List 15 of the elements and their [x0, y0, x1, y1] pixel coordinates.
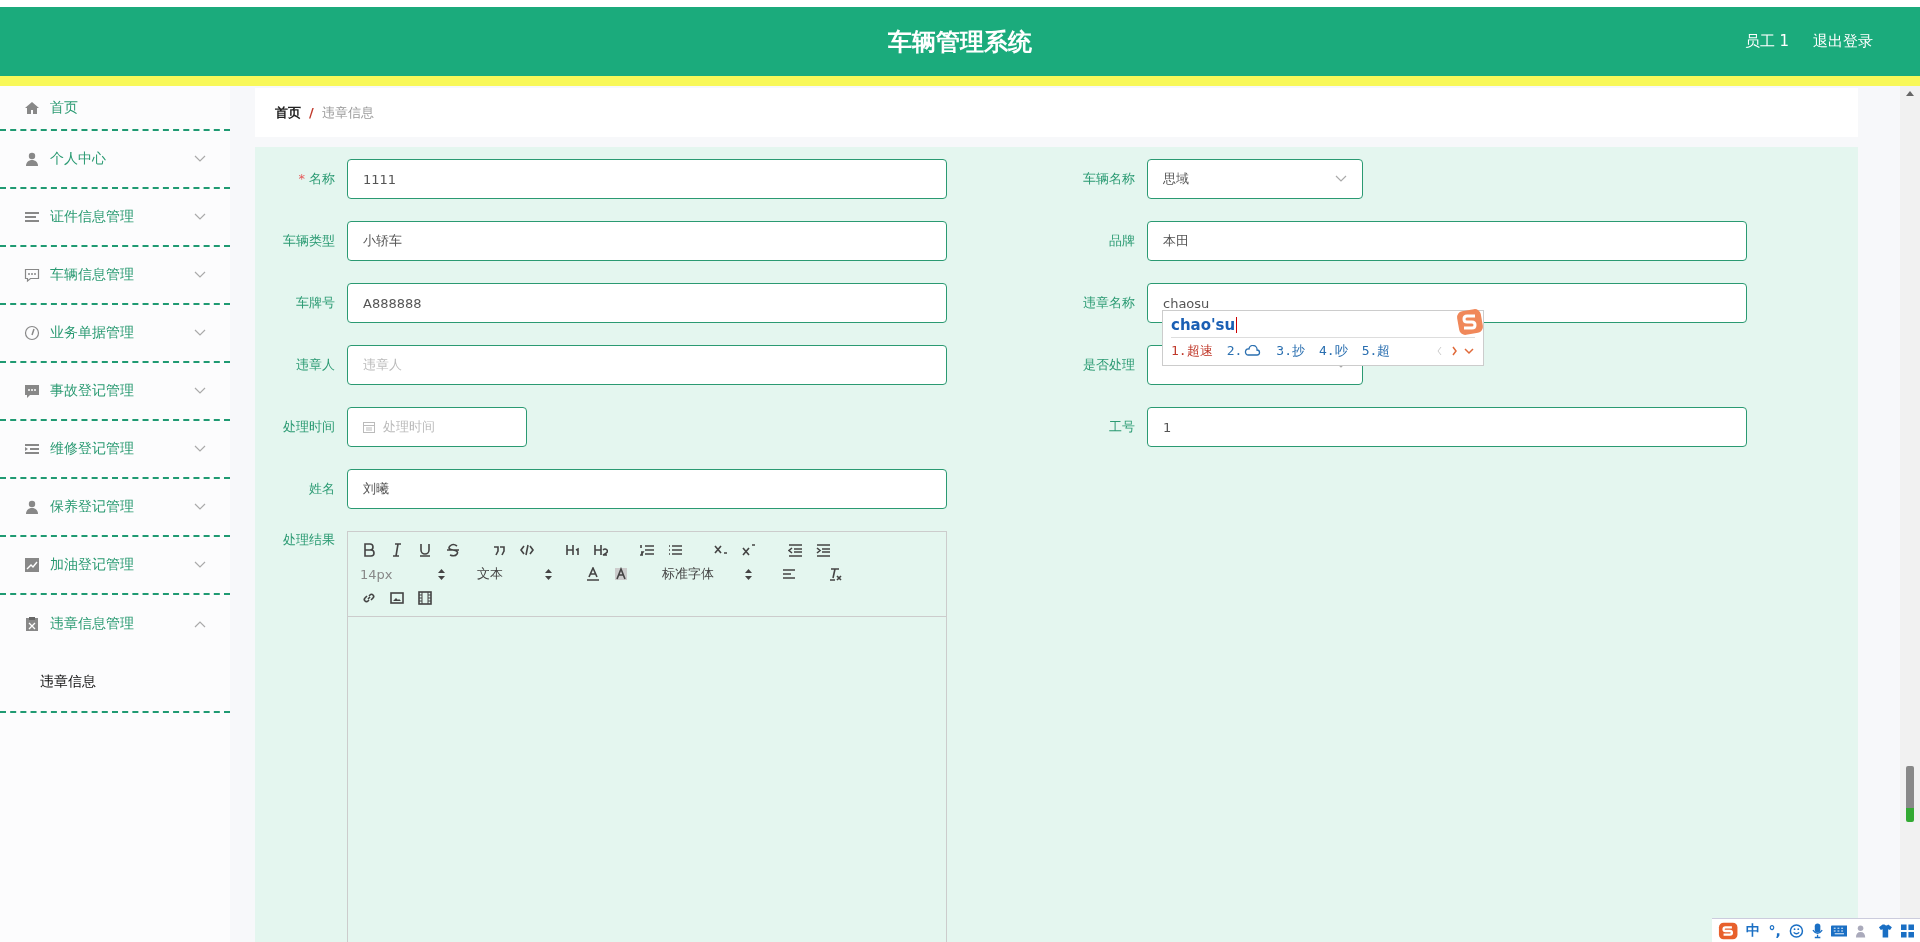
- user-name: 员工 1: [1744, 32, 1789, 51]
- field-label: 是否处理: [1082, 356, 1136, 374]
- field-label: 姓名: [308, 480, 336, 498]
- app-title: 车辆管理系统: [888, 26, 1032, 58]
- breadcrumb-separator: /: [309, 105, 314, 120]
- field-label: 车辆名称: [1082, 170, 1136, 188]
- field-label: 违章名称: [1082, 294, 1136, 312]
- field-label: 车辆类型: [282, 232, 336, 250]
- field-label: 品牌: [1108, 232, 1136, 250]
- field-label: 违章人: [295, 356, 336, 374]
- field-label: 车牌号: [295, 294, 336, 312]
- field-label: * 名称: [297, 170, 336, 188]
- field-label: 工号: [1108, 418, 1136, 436]
- field-label: 处理时间: [282, 418, 336, 436]
- field-label: 处理结果: [282, 531, 336, 549]
